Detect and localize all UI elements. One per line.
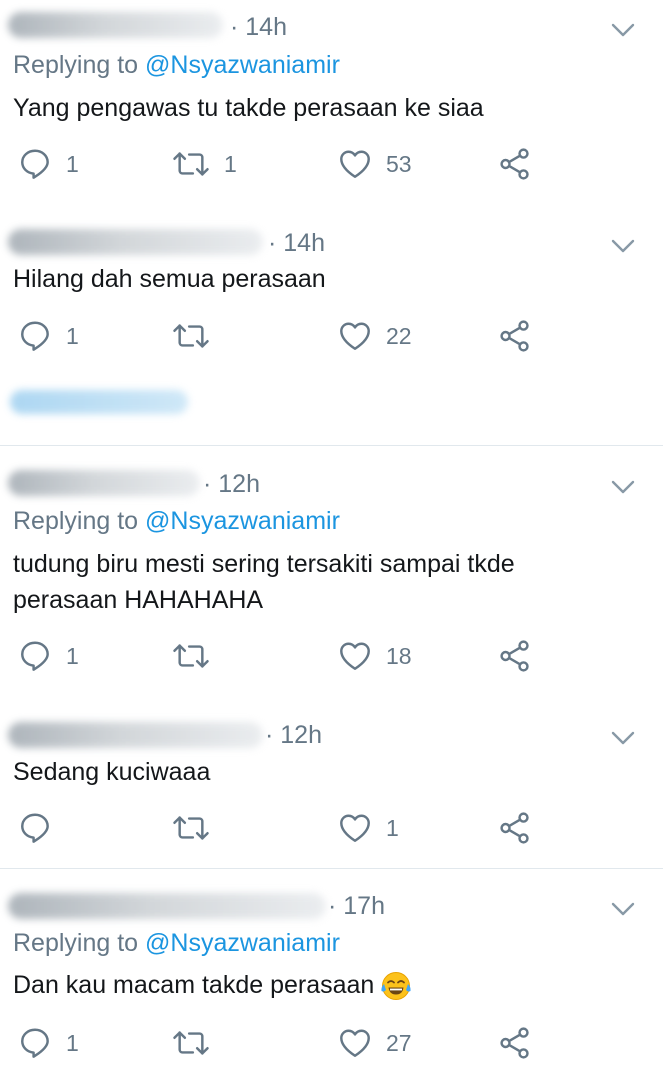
tweet-text: Dan kau macam takde perasaan: [13, 967, 643, 1003]
tweet-text: tudung biru mesti sering tersakiti sampa…: [13, 550, 515, 614]
retweet-button[interactable]: [172, 316, 224, 356]
like-count: 27: [386, 1029, 412, 1056]
share-button[interactable]: [498, 1023, 532, 1063]
replying-to: Replying to @Nsyazwaniamir: [13, 929, 340, 957]
share-icon: [498, 811, 532, 845]
retweet-button[interactable]: [172, 808, 224, 848]
share-icon: [498, 147, 532, 181]
like-count: 53: [386, 150, 412, 177]
tweet-actions: 1 18: [0, 636, 663, 676]
chevron-down-icon[interactable]: [609, 16, 637, 44]
reply-button[interactable]: 1: [18, 316, 79, 356]
replying-to: Replying to @Nsyazwaniamir: [13, 51, 340, 79]
like-button[interactable]: 1: [338, 808, 399, 848]
retweet-button[interactable]: 1: [172, 144, 237, 184]
like-button[interactable]: 53: [338, 144, 412, 184]
tweet-actions: 1 27: [0, 1023, 663, 1063]
heart-icon: [338, 1026, 372, 1060]
chevron-down-icon[interactable]: [609, 895, 637, 923]
heart-icon: [338, 811, 372, 845]
tweet-time[interactable]: · 14h: [230, 12, 287, 42]
tweet[interactable]: · 12h Replying to @Nsyazwaniamir tudung …: [0, 446, 663, 706]
share-button[interactable]: [498, 316, 532, 356]
reply-button[interactable]: 1: [18, 144, 79, 184]
reply-bubble-icon: [18, 1026, 52, 1060]
retweet-button[interactable]: [172, 636, 224, 676]
author-name-blurred[interactable]: [8, 12, 223, 38]
retweet-icon: [172, 147, 210, 181]
share-button[interactable]: [498, 636, 532, 676]
like-button[interactable]: 27: [338, 1023, 412, 1063]
share-button[interactable]: [498, 808, 532, 848]
retweet-icon: [172, 319, 210, 353]
heart-icon: [338, 147, 372, 181]
tweet[interactable]: · 14h Replying to @Nsyazwaniamir Yang pe…: [0, 0, 663, 446]
replying-handle-link[interactable]: @Nsyazwaniamir: [145, 51, 340, 79]
tweet-time[interactable]: · 17h: [328, 891, 385, 921]
reply-bubble-icon: [18, 639, 52, 673]
tweet[interactable]: · 12h Sedang kuciwaaa 1: [0, 706, 663, 869]
chevron-down-icon[interactable]: [609, 724, 637, 752]
share-icon: [498, 639, 532, 673]
tweet-text: Hilang dah semua perasaan: [13, 265, 326, 293]
tweet-time[interactable]: · 12h: [203, 469, 260, 499]
tweet-actions: 1 1 53: [0, 144, 663, 184]
like-count: 18: [386, 642, 412, 669]
retweet-count: 1: [224, 150, 237, 177]
reply-count: 1: [66, 642, 79, 669]
reply-count: 1: [66, 150, 79, 177]
tweet-actions: 1: [0, 808, 663, 848]
like-button[interactable]: 18: [338, 636, 412, 676]
heart-icon: [338, 639, 372, 673]
like-count: 22: [386, 322, 412, 349]
retweet-icon: [172, 1026, 210, 1060]
share-icon: [498, 319, 532, 353]
reply-count: 1: [66, 1029, 79, 1056]
replying-handle-link[interactable]: @Nsyazwaniamir: [145, 507, 340, 535]
reply-bubble-icon: [18, 811, 52, 845]
reply-bubble-icon: [18, 319, 52, 353]
author-name-blurred[interactable]: [8, 722, 263, 748]
author-name-blurred[interactable]: [8, 229, 263, 255]
replying-handle-link[interactable]: @Nsyazwaniamir: [145, 929, 340, 957]
show-thread-link-blurred[interactable]: [10, 390, 188, 414]
reply-button[interactable]: 1: [18, 1023, 79, 1063]
retweet-icon: [172, 639, 210, 673]
retweet-icon: [172, 811, 210, 845]
share-icon: [498, 1026, 532, 1060]
reply-button[interactable]: 1: [18, 636, 79, 676]
retweet-button[interactable]: [172, 1023, 224, 1063]
like-count: 1: [386, 814, 399, 841]
tweet-text: Yang pengawas tu takde perasaan ke siaa: [13, 94, 484, 122]
face-with-tears-of-joy-icon: [381, 972, 411, 1001]
heart-icon: [338, 319, 372, 353]
replying-to: Replying to @Nsyazwaniamir: [13, 507, 340, 535]
like-button[interactable]: 22: [338, 316, 412, 356]
tweet-actions: 1 22: [0, 316, 663, 356]
tweet-time[interactable]: · 14h: [268, 228, 325, 258]
chevron-down-icon[interactable]: [609, 232, 637, 260]
chevron-down-icon[interactable]: [609, 473, 637, 501]
tweet-text: Sedang kuciwaaa: [13, 758, 211, 786]
reply-bubble-icon: [18, 147, 52, 181]
share-button[interactable]: [498, 144, 532, 184]
tweet[interactable]: · 17h Replying to @Nsyazwaniamir Dan kau…: [0, 869, 663, 1080]
reply-count: 1: [66, 322, 79, 349]
tweet-time[interactable]: · 12h: [265, 720, 322, 750]
reply-button[interactable]: [18, 808, 66, 848]
author-name-blurred[interactable]: [8, 470, 200, 496]
author-name-blurred[interactable]: [8, 893, 326, 919]
